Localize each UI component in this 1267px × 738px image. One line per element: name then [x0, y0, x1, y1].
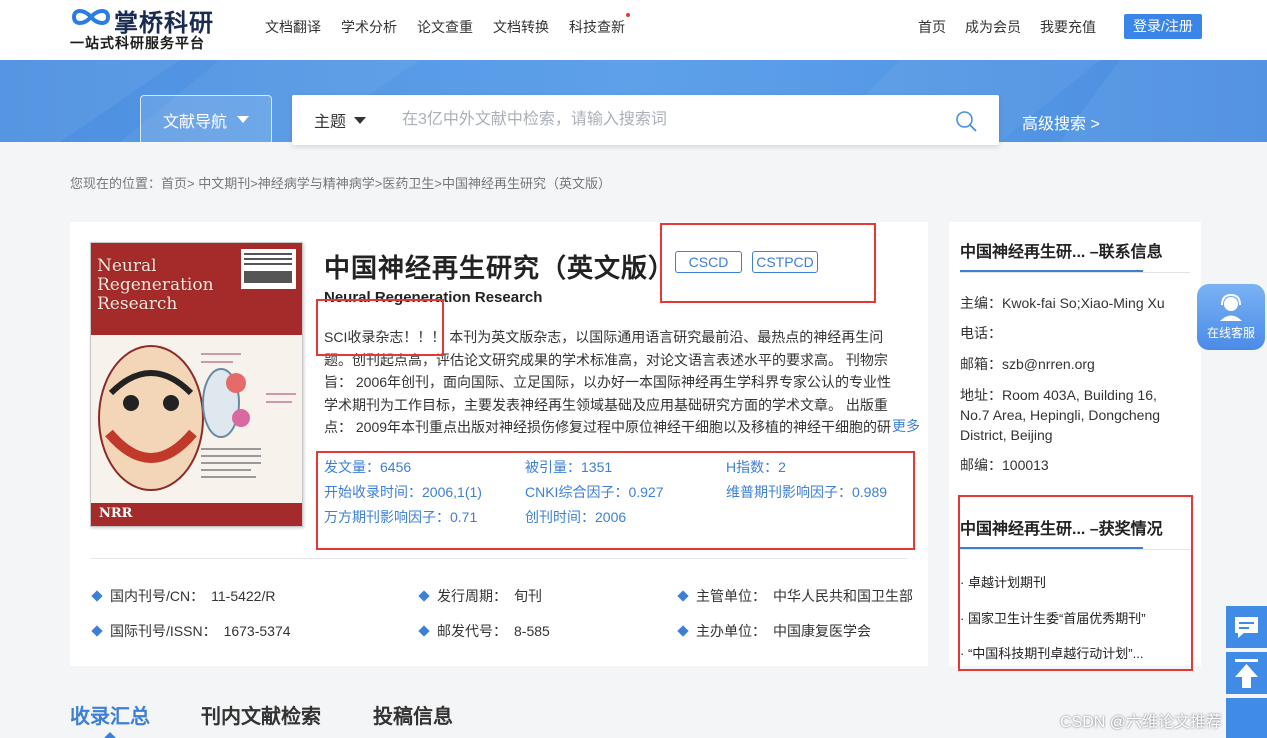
meta-label: 邮发代号： — [437, 623, 507, 639]
more-tools-button[interactable] — [1226, 698, 1267, 738]
nav-membership[interactable]: 成为会员 — [965, 17, 1021, 37]
nav-plagiarism-check[interactable]: 论文查重 — [417, 17, 473, 37]
contact-editor: 主编：Kwok-fai So;Xiao-Ming Xu — [960, 293, 1188, 313]
diamond-bullet-icon — [677, 590, 689, 602]
literature-nav-button[interactable]: 文献导航 — [140, 95, 272, 143]
meta-cn-number: 国内刊号/CN： 11-5422/R — [91, 586, 276, 606]
advanced-search-link[interactable]: 高级搜索 > — [1022, 110, 1100, 134]
active-tab-indicator — [103, 732, 117, 738]
meta-postal-code: 邮发代号： 8-585 — [418, 621, 550, 641]
new-dot-icon — [626, 13, 630, 17]
nav-academic-analysis[interactable]: 学术分析 — [341, 17, 397, 37]
meta-frequency: 发行周期： 旬刊 — [418, 586, 542, 606]
annotation-box-sci — [316, 299, 444, 356]
cover-title-line: Regeneration — [97, 275, 214, 295]
contact-zip: 邮编：100013 — [960, 455, 1188, 475]
feedback-button[interactable] — [1226, 606, 1267, 648]
journal-cover[interactable]: Neural Regeneration Research NRR — [90, 242, 303, 527]
search-type-select[interactable]: 主题 — [314, 95, 367, 145]
logo-infinity-icon — [71, 9, 111, 25]
nav-recharge[interactable]: 我要充值 — [1040, 17, 1096, 37]
nav-home[interactable]: 首页 — [918, 17, 946, 37]
journal-title: 中国神经再生研究（英文版） — [324, 253, 676, 283]
nav-doc-convert[interactable]: 文档转换 — [493, 17, 549, 37]
csdn-watermark: CSDN @六维论文推荐 — [1060, 714, 1223, 731]
cover-title-line: Neural — [97, 256, 157, 276]
main-nav: 文档翻译 学术分析 论文查重 文档转换 科技查新 — [265, 13, 630, 37]
contact-value: 100013 — [1002, 457, 1049, 473]
contact-value: szb@nrren.org — [1002, 356, 1095, 372]
message-icon — [1235, 617, 1258, 638]
back-to-top-button[interactable] — [1226, 652, 1267, 694]
support-agent-icon — [1220, 293, 1242, 321]
tab-journal-search[interactable]: 刊内文献检索 — [201, 700, 321, 729]
literature-nav-label: 文献导航 — [162, 113, 227, 131]
meta-value: 1673-5374 — [223, 623, 291, 639]
caret-down-icon — [354, 116, 367, 124]
arrow-up-icon — [1235, 659, 1258, 688]
contact-email: 邮箱：szb@nrren.org — [960, 354, 1188, 374]
contact-phone: 电话： — [960, 323, 1188, 343]
meta-sponsor: 主办单位： 中国康复医学会 — [677, 621, 871, 641]
meta-supervisor: 主管单位： 中华人民共和国卫生部 — [677, 586, 913, 606]
right-nav: 首页 成为会员 我要充值 — [918, 17, 1096, 37]
meta-value: 中华人民共和国卫生部 — [773, 588, 913, 604]
online-service-button[interactable]: 在线客服 — [1197, 284, 1265, 350]
meta-label: 国内刊号/CN： — [110, 588, 205, 604]
login-register-button[interactable]: 登录/注册 — [1124, 14, 1202, 39]
contact-label: 电话： — [960, 325, 1002, 341]
more-link[interactable]: 更多 — [892, 416, 920, 436]
diamond-bullet-icon — [91, 590, 103, 602]
annotation-box-awards — [958, 495, 1193, 671]
nav-doc-translate[interactable]: 文档翻译 — [265, 17, 321, 37]
contact-label: 地址： — [960, 387, 1002, 403]
contact-label: 邮编： — [960, 457, 1002, 473]
contact-address: 地址：Room 403A, Building 16, No.7 Area, He… — [960, 385, 1188, 445]
cover-title: Neural Regeneration Research — [97, 257, 297, 314]
search-input[interactable] — [402, 107, 922, 133]
annotation-box-stats — [316, 451, 915, 550]
nav-novelty-label: 科技查新 — [569, 19, 625, 35]
meta-value: 11-5422/R — [211, 588, 276, 604]
diamond-bullet-icon — [418, 590, 430, 602]
diamond-bullet-icon — [418, 625, 430, 637]
meta-value: 中国康复医学会 — [773, 623, 871, 639]
top-header: 掌桥科研 一站式科研服务平台 文档翻译 学术分析 论文查重 文档转换 科技查新 … — [0, 0, 1267, 60]
meta-issn: 国际刊号/ISSN： 1673-5374 — [91, 621, 291, 641]
breadcrumb: 您现在的位置：首页> 中文期刊>神经病学与精神病学>医药卫生>中国神经再生研究（… — [70, 176, 611, 191]
meta-value: 旬刊 — [514, 588, 542, 604]
diamond-bullet-icon — [677, 625, 689, 637]
cover-title-line: Research — [97, 294, 178, 314]
meta-label: 发行周期： — [437, 588, 507, 604]
contact-label: 主编： — [960, 295, 1002, 311]
search-icon[interactable] — [955, 110, 977, 132]
tab-submission-info[interactable]: 投稿信息 — [373, 700, 453, 729]
meta-label: 主管单位： — [696, 588, 766, 604]
meta-value: 8-585 — [514, 623, 550, 639]
logo-slogan: 一站式科研服务平台 — [70, 36, 205, 52]
search-type-label: 主题 — [314, 114, 347, 131]
annotation-box-tags — [660, 223, 876, 303]
caret-down-icon — [237, 116, 249, 123]
meta-label: 主办单位： — [696, 623, 766, 639]
tab-summary[interactable]: 收录汇总 — [70, 700, 150, 729]
heading-divider — [960, 272, 1190, 273]
meta-label: 国际刊号/ISSN： — [110, 623, 217, 639]
contact-heading: 中国神经再生研... –联系信息 — [960, 244, 1163, 261]
diamond-bullet-icon — [91, 625, 103, 637]
nav-novelty-search[interactable]: 科技查新 — [569, 13, 630, 37]
search-box: 主题 — [292, 95, 999, 145]
cover-abbr: NRR — [99, 506, 133, 521]
online-service-label: 在线客服 — [1206, 326, 1255, 340]
contact-value: Kwok-fai So;Xiao-Ming Xu — [1002, 295, 1165, 311]
contact-label: 邮箱： — [960, 356, 1002, 372]
card-divider — [90, 558, 908, 559]
